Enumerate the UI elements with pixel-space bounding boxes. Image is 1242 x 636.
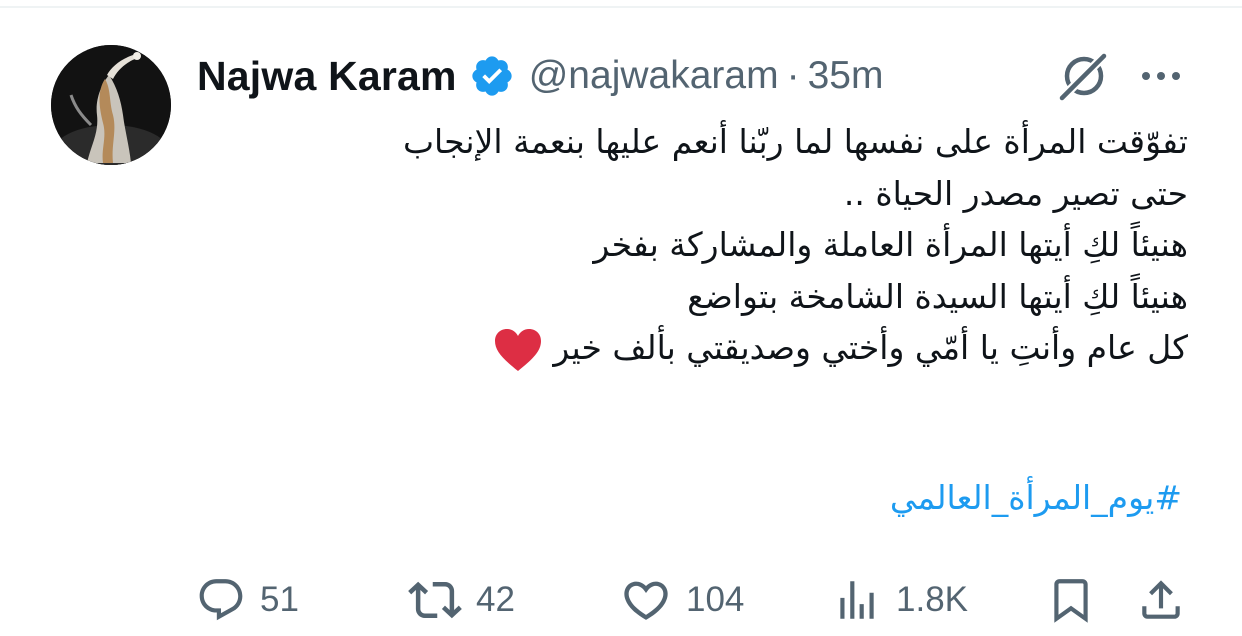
- tweet-body-line-last: كل عام وأنتِ يا أمّي وأختي وصديقتي بألف …: [208, 322, 1188, 374]
- like-button[interactable]: 104: [620, 570, 744, 630]
- tweet-body: تفوّقت المرأة على نفسها لما ربّنا أنعم ع…: [208, 116, 1188, 374]
- author-handle[interactable]: @najwakaram: [529, 54, 779, 98]
- like-icon: [624, 581, 668, 620]
- avatar[interactable]: [51, 45, 171, 165]
- like-count: 104: [686, 580, 745, 619]
- share-icon: [1142, 580, 1180, 619]
- avatar-photo: [51, 45, 171, 165]
- more-icon[interactable]: [1134, 56, 1188, 96]
- views-icon: [840, 581, 874, 619]
- action-bar: 51 42 104 1.8K: [196, 570, 1186, 630]
- bookmark-icon: [1054, 579, 1088, 623]
- share-button[interactable]: [1136, 570, 1186, 630]
- reply-button[interactable]: 51: [196, 570, 299, 630]
- verified-badge-icon: [469, 53, 515, 99]
- tweet-time[interactable]: 35m: [808, 54, 884, 98]
- tweet-header: Najwa Karam @najwakaram · 35m: [197, 48, 883, 104]
- views-count: 1.8K: [896, 580, 968, 619]
- tweet-body-line: كل عام وأنتِ يا أمّي وأختي وصديقتي بألف …: [553, 328, 1188, 367]
- red-heart-emoji: [493, 327, 543, 373]
- views-button[interactable]: 1.8K: [832, 570, 968, 630]
- bookmark-button[interactable]: [1046, 570, 1096, 630]
- repost-icon: [408, 581, 462, 619]
- top-divider: [0, 6, 1242, 8]
- repost-count: 42: [476, 580, 515, 619]
- tweet-body-line: هنيئاً لكِ أيتها السيدة الشامخة بتواضع: [687, 276, 1188, 316]
- grok-icon[interactable]: [1056, 48, 1112, 104]
- header-separator: ·: [786, 54, 800, 97]
- tweet-body-line: هنيئاً لكِ أيتها المرأة العاملة والمشارك…: [593, 225, 1188, 264]
- tweet-body-line: تفوّقت المرأة على نفسها لما ربّنا أنعم ع…: [402, 122, 1188, 161]
- reply-icon: [199, 579, 243, 621]
- hashtag-link[interactable]: #يوم_المرأة_العالمي: [890, 478, 1182, 517]
- author-name[interactable]: Najwa Karam: [197, 53, 457, 100]
- tweet-body-line: حتى تصير مصدر الحياة ..: [843, 173, 1188, 213]
- repost-button[interactable]: 42: [408, 570, 515, 630]
- reply-count: 51: [260, 580, 299, 619]
